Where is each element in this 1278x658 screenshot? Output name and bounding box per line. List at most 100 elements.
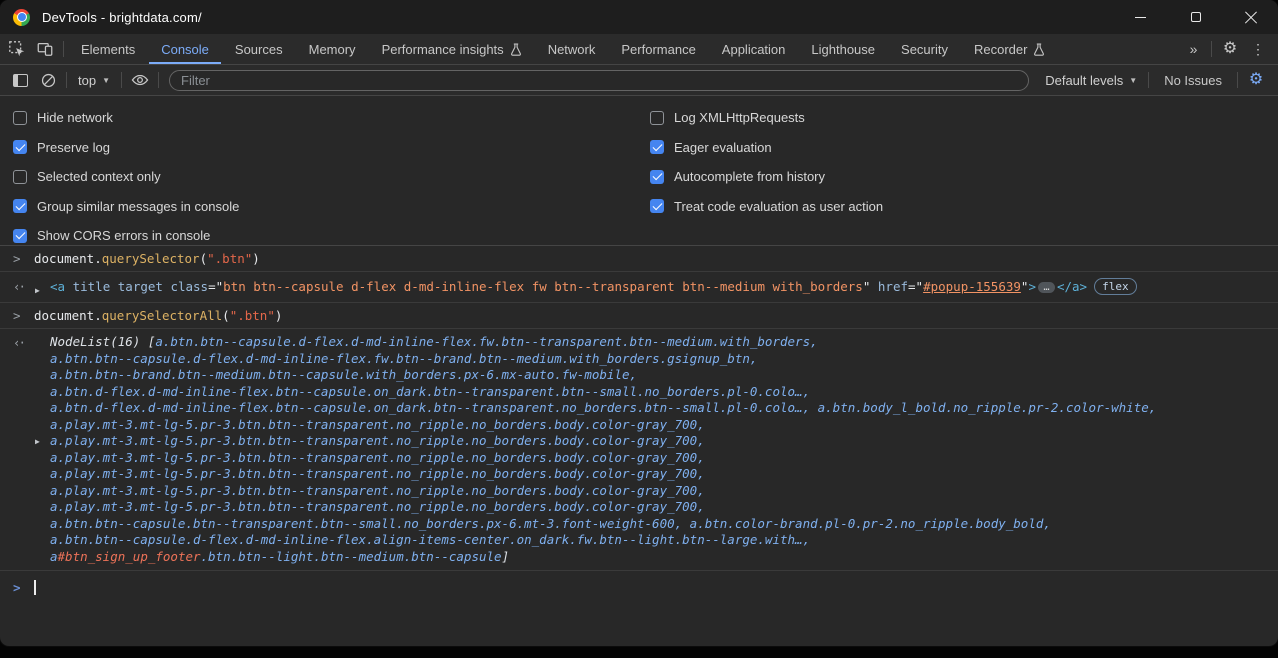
token-sel: a.play.mt-3.mt-lg-5.pr-3.btn.btn--transp…	[50, 499, 705, 514]
issues-counter[interactable]: No Issues	[1153, 73, 1233, 88]
token-plain: ]	[502, 549, 510, 564]
expand-triangle-icon[interactable]: ▶	[35, 437, 40, 446]
text-cursor	[34, 580, 36, 595]
device-toolbar-button[interactable]	[31, 36, 59, 63]
console-sidebar-button[interactable]	[6, 67, 34, 94]
console-command-queryselectorall: > document.querySelectorAll(".btn")	[0, 303, 1278, 329]
minimize-button[interactable]	[1113, 0, 1168, 34]
token-punct: ="	[208, 279, 223, 294]
console-settings-button[interactable]: ⚙	[1242, 67, 1270, 94]
token-method: querySelector	[102, 251, 200, 266]
token-string: ".btn"	[207, 251, 252, 266]
devtools-settings-button[interactable]: ⚙	[1216, 36, 1244, 63]
tab-sources[interactable]: Sources	[222, 34, 296, 64]
checkbox-checked-icon[interactable]	[13, 140, 27, 154]
token-object: document	[34, 251, 94, 266]
close-button[interactable]	[1223, 0, 1278, 34]
attr-value: btn btn--capsule d-flex d-md-inline-flex…	[223, 279, 863, 294]
token-sel: a.btn.btn--capsule.d-flex.d-md-inline-fl…	[50, 351, 757, 366]
token-tag-open: <a	[50, 279, 65, 294]
sidebar-panel-icon	[13, 74, 28, 87]
chrome-logo-icon	[13, 9, 30, 26]
divider	[63, 41, 64, 57]
tab-performance[interactable]: Performance	[608, 34, 708, 64]
token-sel: a.play.mt-3.mt-lg-5.pr-3.btn.btn--transp…	[50, 450, 705, 465]
console-command-queryselector: > document.querySelector(".btn")	[0, 246, 1278, 272]
clear-console-button[interactable]	[34, 67, 62, 94]
nodelist-line: a.play.mt-3.mt-lg-5.pr-3.btn.btn--transp…	[50, 483, 1270, 500]
console-toolbar: top ▼ Default levels ▼ No Issues ⚙	[0, 65, 1278, 96]
checkbox-checked-icon[interactable]	[650, 199, 664, 213]
setting-label: Treat code evaluation as user action	[674, 199, 883, 214]
filter-input[interactable]	[169, 70, 1029, 91]
nodelist-line: a.play.mt-3.mt-lg-5.pr-3.btn.btn--transp…	[50, 499, 1270, 516]
tab-elements[interactable]: Elements	[68, 34, 148, 64]
command-chevron-icon: >	[13, 250, 21, 267]
expand-children-button[interactable]: …	[1038, 282, 1055, 293]
setting-preserve-log[interactable]: Preserve log	[13, 133, 239, 163]
context-selector[interactable]: top ▼	[71, 73, 117, 88]
inspect-element-button[interactable]	[3, 36, 31, 63]
tab-console[interactable]: Console	[148, 34, 222, 64]
settings-column-left: Hide network Preserve log Selected context…	[13, 103, 239, 251]
log-levels-dropdown[interactable]: Default levels ▼	[1038, 73, 1144, 88]
setting-label: Eager evaluation	[674, 140, 772, 155]
checkbox-checked-icon[interactable]	[13, 199, 27, 213]
checkbox-unchecked-icon[interactable]	[650, 111, 664, 125]
token-sel: a.btn.d-flex.d-md-inline-flex.btn--capsu…	[50, 384, 810, 399]
more-tabs-button[interactable]: »	[1179, 36, 1207, 63]
token-sel: a.play.mt-3.mt-lg-5.pr-3.btn.btn--transp…	[50, 483, 705, 498]
setting-label: Log XMLHttpRequests	[674, 110, 805, 125]
prompt-chevron-icon: >	[13, 580, 21, 595]
token-sel: .btn.btn--light.btn--medium.btn--capsule	[201, 549, 502, 564]
divider	[1148, 72, 1149, 88]
token-method: querySelectorAll	[102, 308, 222, 323]
setting-group-similar-messages-in-console[interactable]: Group similar messages in console	[13, 192, 239, 222]
setting-label: Preserve log	[37, 140, 110, 155]
expand-triangle-icon[interactable]: ▶	[35, 282, 40, 300]
checkbox-checked-icon[interactable]	[13, 229, 27, 243]
setting-treat-code-evaluation-as-user-action[interactable]: Treat code evaluation as user action	[650, 192, 883, 222]
divider	[1237, 72, 1238, 88]
token-sel: a.play.mt-3.mt-lg-5.pr-3.btn.btn--transp…	[50, 417, 705, 432]
setting-hide-network[interactable]: Hide network	[13, 103, 239, 133]
setting-autocomplete-from-history[interactable]: Autocomplete from history	[650, 162, 883, 192]
setting-eager-evaluation[interactable]: Eager evaluation	[650, 133, 883, 163]
setting-label: Autocomplete from history	[674, 169, 825, 184]
token-sel: a.btn.btn--brand.btn--medium.btn--capsul…	[50, 367, 637, 382]
tab-performance-insights[interactable]: Performance insights	[369, 34, 535, 64]
setting-log-xmlhttprequests[interactable]: Log XMLHttpRequests	[650, 103, 883, 133]
token-object: document	[34, 308, 94, 323]
tab-memory[interactable]: Memory	[296, 34, 369, 64]
tab-label: Performance	[621, 42, 695, 57]
checkbox-checked-icon[interactable]	[650, 170, 664, 184]
tab-recorder[interactable]: Recorder	[961, 34, 1058, 64]
token-id: #btn_sign_up_footer	[58, 549, 201, 564]
checkbox-checked-icon[interactable]	[650, 140, 664, 154]
tab-lighthouse[interactable]: Lighthouse	[798, 34, 888, 64]
checkbox-unchecked-icon[interactable]	[13, 170, 27, 184]
live-expression-button[interactable]	[126, 67, 154, 94]
flask-icon	[510, 43, 522, 56]
nodelist-line: a.play.mt-3.mt-lg-5.pr-3.btn.btn--transp…	[50, 450, 1270, 467]
maximize-button[interactable]	[1168, 0, 1223, 34]
token-punct: )	[252, 251, 260, 266]
nodelist-line: a.play.mt-3.mt-lg-5.pr-3.btn.btn--transp…	[50, 433, 1270, 450]
titlebar: DevTools - brightdata.com/	[0, 0, 1278, 34]
devtools-menu-button[interactable]: ⋮	[1244, 36, 1272, 63]
console-prompt[interactable]: >	[0, 571, 1278, 596]
attr-value-link[interactable]: #popup-155639	[923, 279, 1021, 294]
nodelist-preview: NodeList(16) [a.btn.btn--capsule.d-flex.…	[50, 334, 1270, 565]
setting-selected-context-only[interactable]: Selected context only	[13, 162, 239, 192]
context-selector-label: top	[78, 73, 96, 88]
window-controls	[1113, 0, 1278, 34]
log-levels-label: Default levels	[1045, 73, 1123, 88]
checkbox-unchecked-icon[interactable]	[13, 111, 27, 125]
flex-badge[interactable]: flex	[1094, 278, 1137, 295]
attr-name: class	[170, 279, 208, 294]
gear-icon: ⚙	[1223, 41, 1237, 57]
tab-security[interactable]: Security	[888, 34, 961, 64]
tab-application[interactable]: Application	[709, 34, 799, 64]
tab-network[interactable]: Network	[535, 34, 609, 64]
token-punct: (	[222, 308, 230, 323]
